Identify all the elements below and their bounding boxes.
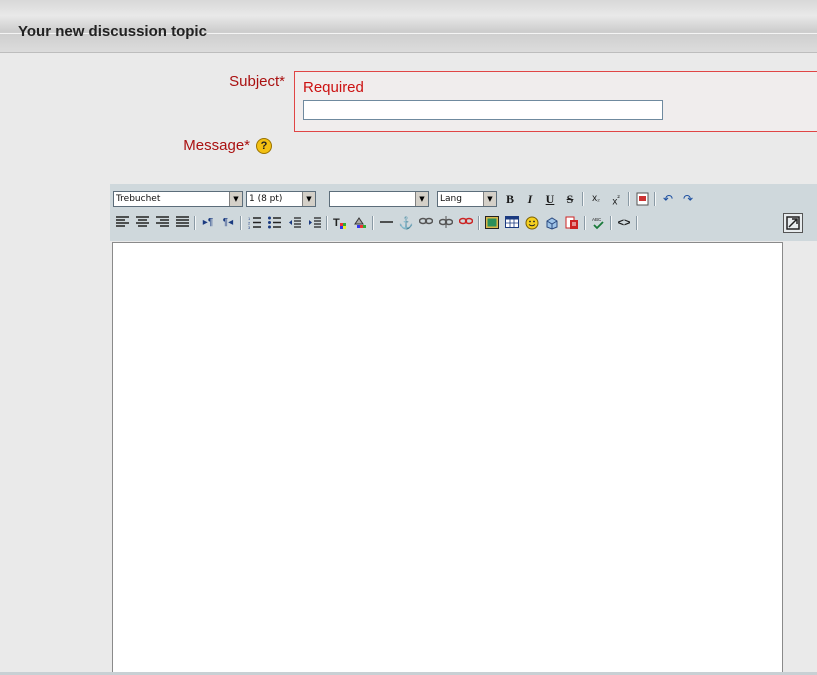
toolbar-separator xyxy=(240,216,242,230)
image-icon[interactable] xyxy=(483,214,501,232)
lang-select[interactable]: Lang ▼ xyxy=(437,191,497,207)
rtl-icon[interactable]: ¶◂ xyxy=(219,214,237,232)
special-char-icon[interactable] xyxy=(543,214,561,232)
html-source-icon[interactable]: <> xyxy=(615,214,633,232)
svg-text:ABC: ABC xyxy=(592,217,602,222)
align-left-icon[interactable] xyxy=(113,214,131,232)
toolbar-separator xyxy=(582,192,584,206)
table-icon[interactable] xyxy=(503,214,521,232)
chevron-down-icon: ▼ xyxy=(483,192,496,206)
redo-icon[interactable]: ↷ xyxy=(679,190,697,208)
align-center-icon[interactable] xyxy=(133,214,151,232)
toolbar-separator xyxy=(194,216,196,230)
toolbar-separator xyxy=(654,192,656,206)
horizontal-rule-icon[interactable] xyxy=(377,214,395,232)
align-right-icon[interactable] xyxy=(153,214,171,232)
underline-icon[interactable]: U xyxy=(541,190,559,208)
ordered-list-icon[interactable]: 123 xyxy=(245,214,263,232)
message-label: Message* xyxy=(183,137,250,154)
nolink-icon[interactable] xyxy=(457,214,475,232)
undo-icon[interactable]: ↶ xyxy=(659,190,677,208)
chevron-down-icon: ▼ xyxy=(302,192,315,206)
highlight-color-icon[interactable] xyxy=(351,214,369,232)
italic-icon[interactable]: I xyxy=(521,190,539,208)
lang-value: Lang xyxy=(440,194,462,204)
spellcheck-icon[interactable]: ABC xyxy=(589,214,607,232)
font-size-value: 1 (8 pt) xyxy=(249,194,283,204)
help-icon[interactable]: ? xyxy=(256,138,272,154)
font-size-select[interactable]: 1 (8 pt) ▼ xyxy=(246,191,316,207)
superscript-icon[interactable]: x² xyxy=(607,190,625,208)
chevron-down-icon: ▼ xyxy=(229,192,242,206)
message-editor-area[interactable] xyxy=(112,242,783,675)
unordered-list-icon[interactable] xyxy=(265,214,283,232)
font-family-select[interactable]: Trebuchet ▼ xyxy=(113,191,243,207)
subject-label: Subject* xyxy=(229,73,285,90)
subject-error-box: Required xyxy=(294,71,817,132)
paragraph-select[interactable]: ▼ xyxy=(329,191,429,207)
svg-text:3: 3 xyxy=(248,225,251,229)
section-header: Your new discussion topic xyxy=(0,0,817,53)
editor-toolbar: Trebuchet ▼ 1 (8 pt) ▼ ▼ Lang ▼ B I U S … xyxy=(110,184,817,241)
page-title: Your new discussion topic xyxy=(18,23,207,40)
chevron-down-icon: ▼ xyxy=(415,192,428,206)
html-editor: Trebuchet ▼ 1 (8 pt) ▼ ▼ Lang ▼ B I U S … xyxy=(110,184,817,675)
subscript-icon[interactable]: x₂ xyxy=(587,190,605,208)
anchor-icon[interactable]: ⚓ xyxy=(397,214,415,232)
unlink-icon[interactable] xyxy=(437,214,455,232)
strikethrough-icon[interactable]: S xyxy=(561,190,579,208)
indent-icon[interactable] xyxy=(305,214,323,232)
ltr-icon[interactable]: ▸¶ xyxy=(199,214,217,232)
align-justify-icon[interactable] xyxy=(173,214,191,232)
toolbar-separator xyxy=(610,216,612,230)
toolbar-separator xyxy=(478,216,480,230)
svg-text:T: T xyxy=(333,217,340,229)
form-area: Subject* Required Message* ? Trebuchet ▼… xyxy=(0,53,817,675)
clean-word-icon[interactable] xyxy=(633,190,651,208)
smiley-icon[interactable] xyxy=(523,214,541,232)
toolbar-separator xyxy=(372,216,374,230)
bold-icon[interactable]: B xyxy=(501,190,519,208)
font-family-value: Trebuchet xyxy=(116,194,161,204)
toolbar-separator xyxy=(326,216,328,230)
toolbar-separator xyxy=(628,192,630,206)
toolbar-separator xyxy=(584,216,586,230)
toolbar-separator xyxy=(636,216,638,230)
outdent-icon[interactable] xyxy=(285,214,303,232)
text-color-icon[interactable]: T xyxy=(331,214,349,232)
fullscreen-icon[interactable] xyxy=(783,213,803,233)
required-error: Required xyxy=(303,79,364,96)
search-replace-icon[interactable] xyxy=(563,214,581,232)
link-icon[interactable] xyxy=(417,214,435,232)
subject-input[interactable] xyxy=(303,100,663,120)
